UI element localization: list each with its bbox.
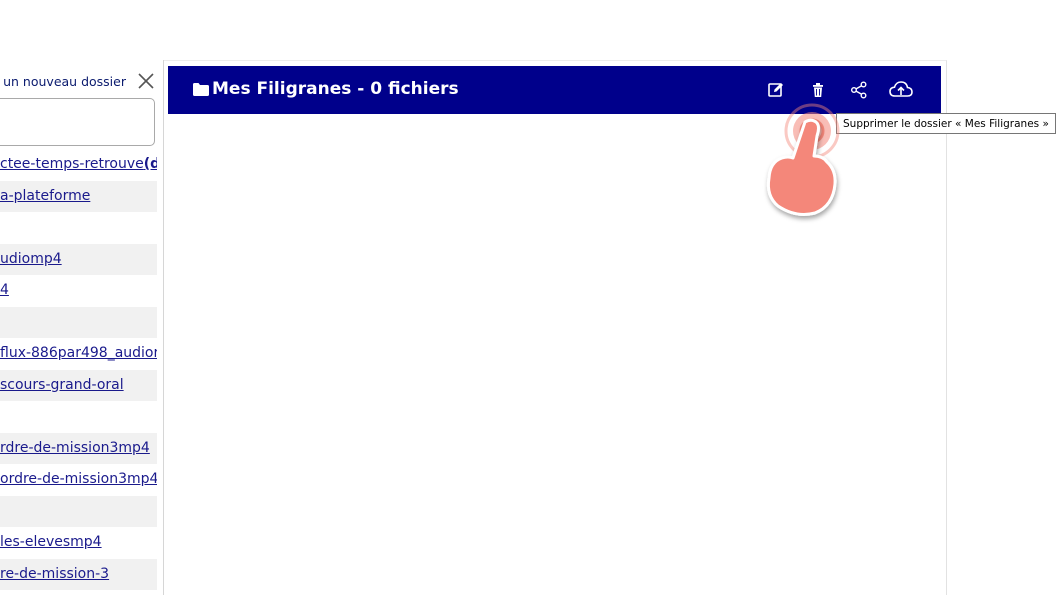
create-folder-row: r un nouveau dossier: [0, 72, 163, 94]
pointing-hand-icon: [760, 100, 850, 225]
folder-list-item[interactable]: udiomp4: [0, 243, 157, 275]
folder-list-item[interactable]: re-de-mission-3: [0, 558, 157, 590]
folder-link-text: flux-886par498_audior: [0, 345, 157, 361]
trash-icon[interactable]: [807, 80, 829, 100]
folder-link[interactable]: ordre-de-mission3mp4: [0, 471, 157, 487]
folder-link[interactable]: 4: [0, 282, 9, 298]
cloud-upload-icon[interactable]: [888, 80, 914, 100]
folder-link-text: udiomp4: [0, 250, 62, 267]
edit-icon[interactable]: [765, 80, 787, 100]
folder-list-item[interactable]: [0, 495, 157, 527]
folder-list-item[interactable]: rdre-de-mission3mp4: [0, 432, 157, 464]
folder-list: ctee-temps-retrouve(dl a-plateforme udiomp…: [0, 149, 157, 590]
folder-link-text: ordre-de-mission3mp4: [0, 471, 157, 487]
folder-list-item[interactable]: les-elevesmp4: [0, 527, 157, 559]
folder-list-item[interactable]: scours-grand-oral: [0, 369, 157, 401]
folder-link[interactable]: rdre-de-mission3mp4: [0, 440, 150, 456]
folder-list-item[interactable]: [0, 212, 157, 244]
folder-link-text: rdre-de-mission3mp4: [0, 439, 150, 456]
folder-link-text: ctee-temps-retrouve: [0, 156, 144, 172]
folder-link[interactable]: a-plateforme: [0, 188, 90, 204]
folder-link[interactable]: udiomp4: [0, 251, 62, 267]
folder-link-text: 4: [0, 282, 9, 298]
delete-folder-tooltip: Supprimer le dossier « Mes Filigranes »: [836, 113, 1056, 134]
folder-title: Mes Filigranes - 0 fichiers: [212, 79, 459, 99]
folder-link-text: les-elevesmp4: [0, 534, 102, 550]
share-icon[interactable]: [848, 80, 870, 100]
folder-icon: [192, 82, 210, 97]
folder-link-text: a-plateforme: [0, 187, 91, 204]
folder-list-item[interactable]: ctee-temps-retrouve(dl: [0, 149, 157, 181]
folder-list-item[interactable]: ordre-de-mission3mp4: [0, 464, 157, 496]
folder-sidebar: r un nouveau dossier ctee-temps-retrouve…: [0, 60, 164, 595]
create-folder-label: r un nouveau dossier: [0, 74, 126, 89]
folder-link[interactable]: flux-886par498_audior: [0, 345, 157, 361]
folder-list-item[interactable]: 4: [0, 275, 157, 307]
folder-link[interactable]: re-de-mission-3: [0, 566, 109, 582]
folder-link-suffix: (dl: [143, 156, 157, 172]
close-icon[interactable]: [137, 72, 155, 90]
folder-list-item[interactable]: a-plateforme: [0, 180, 157, 212]
folder-link-text: re-de-mission-3: [0, 565, 110, 582]
folder-list-item[interactable]: flux-886par498_audior: [0, 338, 157, 370]
app-window: r un nouveau dossier ctee-temps-retrouve…: [0, 0, 1058, 595]
folder-link[interactable]: scours-grand-oral: [0, 377, 124, 393]
folder-list-item[interactable]: [0, 401, 157, 433]
folder-list-item[interactable]: [0, 306, 157, 338]
folder-link[interactable]: ctee-temps-retrouve(dl: [0, 156, 157, 172]
folder-link[interactable]: les-elevesmp4: [0, 534, 102, 550]
folder-link-text: scours-grand-oral: [0, 376, 124, 393]
new-folder-input[interactable]: [0, 98, 155, 146]
